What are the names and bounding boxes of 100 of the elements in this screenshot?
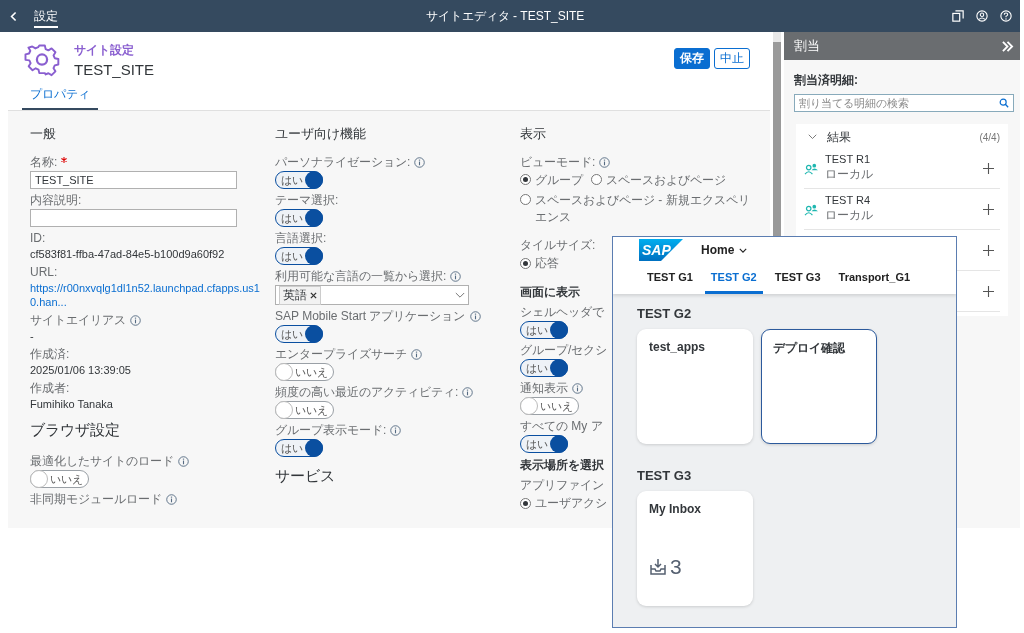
group-title: TEST G2 — [637, 306, 693, 321]
role-name: TEST R1 — [825, 153, 872, 165]
logo: SAP — [639, 239, 683, 261]
field-label: テーマ選択: — [275, 193, 339, 207]
radio-button[interactable] — [591, 174, 602, 185]
info-icon[interactable] — [450, 270, 462, 282]
add-icon[interactable] — [983, 162, 994, 174]
text-field[interactable] — [30, 209, 237, 227]
field-value: Fumihiko Tanaka — [30, 397, 113, 411]
toggle-switch[interactable]: はい — [275, 209, 323, 227]
toggle-switch[interactable]: はい — [520, 435, 568, 453]
tab[interactable]: TEST G1 — [641, 271, 699, 294]
save-button[interactable]: 保存 — [674, 48, 710, 69]
results-count: (4/4) — [979, 131, 1000, 143]
page-subtitle: サイト設定 — [74, 42, 135, 59]
field-label: ビューモード: — [520, 155, 596, 169]
field-label: 頻度の高い最近のアクティビティ: — [275, 385, 459, 399]
role-icon — [804, 161, 819, 175]
field-label: タイルサイズ: — [520, 238, 596, 252]
field-label: グループ/セクシ — [520, 343, 608, 357]
info-icon[interactable] — [572, 382, 583, 394]
field-value: cf583f81-ffba-47ad-84e5-b100d9a60f92 — [30, 247, 225, 261]
url-link[interactable]: https://r00nxvqlg1dl1n52.launchpad.cfapps.us10.han... — [30, 281, 265, 309]
section-heading: 一般 — [30, 125, 56, 143]
scrollbar[interactable] — [773, 32, 781, 236]
collapse-icon[interactable] — [1001, 40, 1014, 52]
app-tile[interactable]: test_apps — [637, 329, 753, 444]
radio-label: 応答 — [535, 255, 559, 272]
toggle-switch[interactable]: はい — [520, 321, 568, 339]
field-label: 通知表示 — [520, 381, 568, 395]
field-label: 非同期モジュールロード — [30, 492, 162, 506]
info-icon[interactable] — [469, 310, 481, 322]
gear-icon — [24, 42, 60, 78]
cancel-button[interactable]: 中止 — [714, 48, 750, 69]
tab[interactable]: TEST G2 — [704, 271, 763, 294]
page-title: TEST_SITE — [74, 61, 156, 78]
toggle-switch[interactable]: はい — [275, 325, 323, 343]
info-icon[interactable] — [178, 455, 189, 467]
tab[interactable]: Transport_G1 — [832, 271, 917, 294]
language-token[interactable]: 英語 — [279, 285, 321, 305]
field-label: パーソナライゼーション: — [275, 155, 411, 169]
inbox-icon — [649, 558, 667, 576]
info-icon[interactable] — [130, 314, 141, 326]
dropdown-icon[interactable] — [455, 291, 465, 299]
language-select[interactable]: 英語 — [275, 285, 469, 305]
toggle-switch[interactable]: いいえ — [30, 470, 89, 488]
app-tile[interactable]: デプロイ確認 — [761, 329, 877, 444]
toggle-switch[interactable]: いいえ — [275, 401, 334, 419]
field-label: 内容説明: — [30, 193, 82, 207]
info-icon[interactable] — [411, 348, 422, 360]
section-heading: サービス — [275, 467, 335, 486]
toggle-switch[interactable]: いいえ — [520, 397, 579, 415]
field-value: 2025/01/06 13:39:05 — [30, 363, 131, 377]
back-icon[interactable] — [10, 10, 18, 22]
add-icon[interactable] — [983, 203, 994, 215]
copy-icon[interactable] — [952, 10, 964, 22]
toggle-switch[interactable]: はい — [520, 359, 568, 377]
tab[interactable]: プロパティ — [22, 86, 98, 110]
add-icon[interactable] — [983, 244, 994, 256]
search-field[interactable]: 割り当てる明細の検索 — [794, 94, 1014, 112]
field-label: グループ表示モード: — [275, 423, 387, 437]
results-label: 結果 — [827, 128, 851, 146]
radio-button[interactable] — [520, 258, 531, 269]
tile-title: test_apps — [649, 340, 707, 354]
field-label: 利用可能な言語の一覧から選択: — [275, 269, 447, 283]
subheading: 表示場所を選択 — [520, 457, 604, 474]
caret-icon[interactable] — [739, 247, 748, 253]
field-label: 最適化したサイトのロード — [30, 454, 174, 468]
radio-button[interactable] — [520, 174, 531, 185]
info-icon[interactable] — [462, 386, 474, 398]
field-label: アプリファイン — [520, 478, 604, 492]
radio-button[interactable] — [520, 194, 531, 205]
toggle-switch[interactable]: いいえ — [275, 363, 334, 381]
toggle-switch[interactable]: はい — [275, 171, 323, 189]
field-label: 作成者: — [30, 381, 70, 395]
field-label: 言語選択: — [275, 231, 327, 245]
toggle-switch[interactable]: はい — [275, 439, 323, 457]
help-icon[interactable] — [1000, 10, 1012, 22]
window-title: サイトエディタ - TEST_SITE — [424, 7, 586, 25]
chevron-icon[interactable] — [808, 134, 817, 140]
info-icon[interactable] — [390, 424, 402, 436]
add-icon[interactable] — [983, 285, 994, 297]
info-icon[interactable] — [414, 156, 426, 168]
user-icon[interactable] — [976, 10, 988, 22]
tab[interactable]: TEST G3 — [768, 271, 827, 294]
field-label: すべての My ア — [520, 419, 603, 433]
radio-label: グループ — [535, 172, 583, 189]
info-icon[interactable] — [166, 493, 177, 505]
app-tile[interactable]: My Inbox 3 — [637, 491, 753, 606]
radio-button[interactable] — [520, 498, 531, 509]
home-menu[interactable]: Home — [701, 243, 748, 257]
info-icon[interactable] — [599, 156, 611, 168]
toggle-switch[interactable]: はい — [275, 247, 323, 265]
nav-link[interactable]: 設定 — [34, 4, 58, 28]
remove-icon[interactable] — [310, 291, 317, 299]
search-icon[interactable] — [999, 98, 1009, 108]
field-label: ID: — [30, 231, 46, 245]
field-label: 名称: — [30, 155, 58, 169]
subheading: 画面に表示 — [520, 284, 580, 301]
text-field[interactable]: TEST_SITE — [30, 171, 237, 189]
